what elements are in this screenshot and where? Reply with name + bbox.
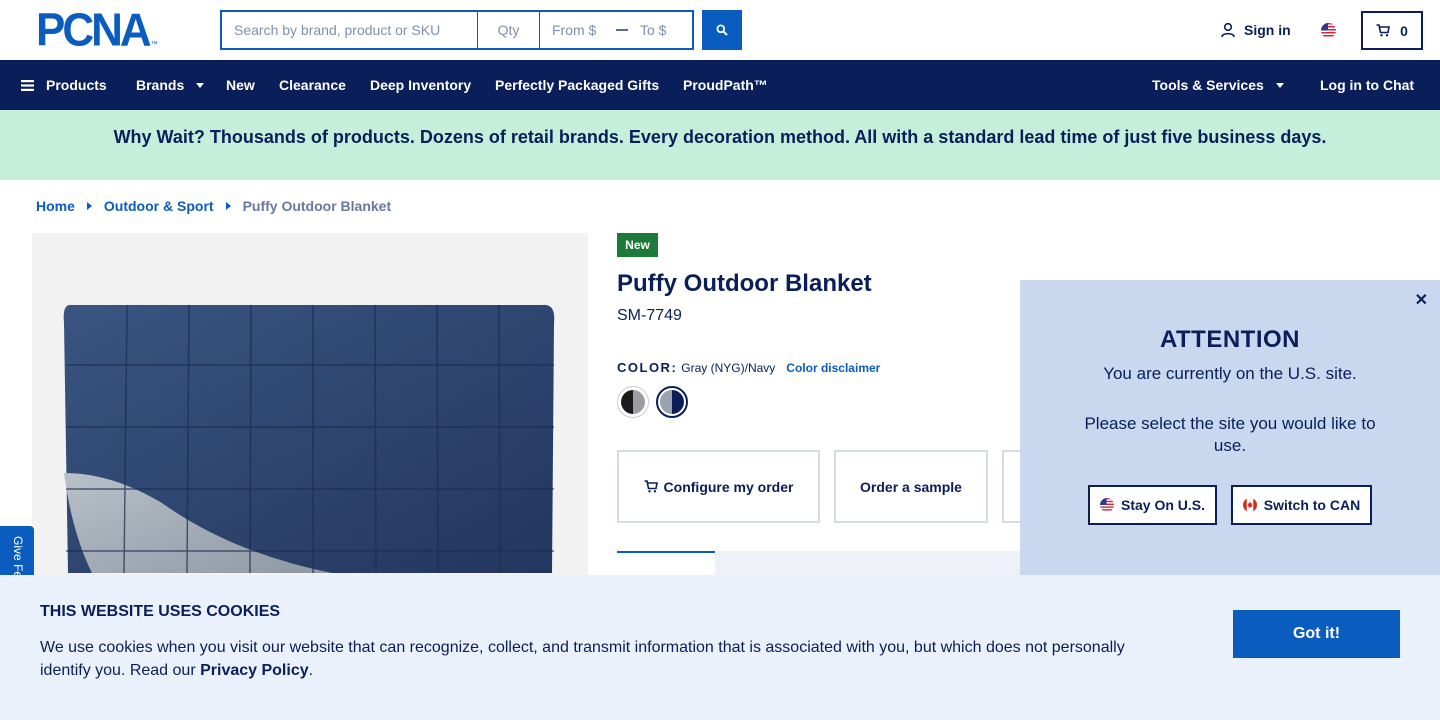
nav-proudpath[interactable]: ProudPath™ xyxy=(683,77,768,93)
nav-perfectly-packaged-gifts[interactable]: Perfectly Packaged Gifts xyxy=(495,77,659,93)
blanket-image xyxy=(63,304,555,574)
search-form: Search by brand, product or SKU Qty From… xyxy=(220,10,742,50)
logo-trademark: ™ xyxy=(150,41,158,48)
nav-new[interactable]: New xyxy=(226,77,255,93)
nav-brands[interactable]: Brands xyxy=(136,77,205,93)
breadcrumb-home[interactable]: Home xyxy=(36,198,75,214)
promo-banner-text: Why Wait? Thousands of products. Dozens … xyxy=(113,126,1327,147)
search-button[interactable] xyxy=(702,10,742,50)
pcna-logo[interactable]: PCNA ™ xyxy=(36,4,158,57)
cart-icon xyxy=(644,480,658,493)
stay-on-us-label: Stay On U.S. xyxy=(1120,497,1206,513)
order-sample-label: Order a sample xyxy=(860,478,962,495)
user-icon xyxy=(1221,22,1235,38)
promo-banner: Why Wait? Thousands of products. Dozens … xyxy=(0,110,1440,180)
product-tabs xyxy=(617,551,1037,575)
product-sku: SM-7749 xyxy=(617,307,682,324)
breadcrumb-arrow-icon xyxy=(86,202,92,210)
us-flag-icon[interactable] xyxy=(1321,23,1336,38)
color-label: COLOR: xyxy=(617,360,678,375)
attention-current-site: You are currently on the U.S. site. xyxy=(1103,364,1357,383)
new-badge: New xyxy=(617,233,658,257)
cookie-banner: THIS WEBSITE USES COOKIES We use cookies… xyxy=(0,575,1440,720)
swatch-fill xyxy=(660,390,684,414)
price-range-dash xyxy=(616,29,628,31)
cart-icon xyxy=(1376,24,1391,37)
nav-log-in-to-chat[interactable]: Log in to Chat xyxy=(1320,77,1414,93)
nav-deep-inventory[interactable]: Deep Inventory xyxy=(370,77,471,93)
nav-deep-inventory-label: Deep Inventory xyxy=(370,77,472,93)
cookie-got-it-button[interactable]: Got it! xyxy=(1233,610,1400,658)
price-from-input[interactable]: From $ xyxy=(540,12,616,48)
main-nav: Products Brands New Clearance Deep Inven… xyxy=(0,60,1440,110)
nav-products-label: Products xyxy=(46,77,107,93)
tab-decorated[interactable] xyxy=(617,551,715,575)
configure-order-button[interactable]: Configure my order xyxy=(617,450,820,523)
color-disclaimer-link[interactable]: Color disclaimer xyxy=(786,361,880,375)
nav-tools-services[interactable]: Tools & Services xyxy=(1152,77,1284,93)
nav-proudpath-label: ProudPath™ xyxy=(683,77,768,93)
cookie-text: We use cookies when you visit our websit… xyxy=(40,636,1150,682)
privacy-policy-link[interactable]: Privacy Policy xyxy=(200,662,309,679)
site-header: PCNA ™ Search by brand, product or SKU Q… xyxy=(0,0,1440,60)
switch-to-can-button[interactable]: Switch to CAN xyxy=(1231,485,1372,525)
nav-clearance-label: Clearance xyxy=(279,77,346,93)
nav-products[interactable]: Products xyxy=(21,77,107,93)
qty-input[interactable]: Qty xyxy=(478,12,540,48)
cart-button[interactable]: 0 xyxy=(1361,11,1423,50)
cookie-title: THIS WEBSITE USES COOKIES xyxy=(40,603,281,620)
attention-title: ATTENTION xyxy=(1159,326,1301,353)
chevron-down-icon xyxy=(196,82,205,88)
price-to-input[interactable]: To $ xyxy=(636,12,692,48)
search-input[interactable]: Search by brand, product or SKU xyxy=(222,12,478,48)
nav-chat-label: Log in to Chat xyxy=(1320,77,1415,93)
color-swatch-black-gray[interactable] xyxy=(617,386,649,418)
search-box: Search by brand, product or SKU Qty From… xyxy=(220,10,694,50)
logo-text: PCNA xyxy=(36,4,152,57)
cart-count: 0 xyxy=(1400,22,1408,39)
nav-tools-label: Tools & Services xyxy=(1152,77,1264,93)
cookie-period: . xyxy=(308,662,314,679)
stay-on-us-button[interactable]: Stay On U.S. xyxy=(1088,485,1217,525)
sign-in-link[interactable]: Sign in xyxy=(1220,22,1291,38)
sign-in-label: Sign in xyxy=(1244,22,1291,38)
site-selector-modal: ✕ ATTENTION You are currently on the U.S… xyxy=(1020,280,1440,575)
switch-to-can-label: Switch to CAN xyxy=(1263,497,1361,513)
nav-perfectly-packaged-label: Perfectly Packaged Gifts xyxy=(495,77,660,93)
color-swatch-gray-navy[interactable] xyxy=(656,386,688,418)
configure-order-label: Configure my order xyxy=(663,478,794,495)
hamburger-icon xyxy=(21,79,34,91)
breadcrumb-arrow-icon xyxy=(225,202,231,210)
product-image[interactable] xyxy=(32,233,588,633)
close-icon[interactable]: ✕ xyxy=(1415,290,1428,310)
nav-clearance[interactable]: Clearance xyxy=(279,77,346,93)
nav-brands-label: Brands xyxy=(136,77,185,93)
nav-new-label: New xyxy=(226,77,255,93)
product-title: Puffy Outdoor Blanket xyxy=(617,270,872,297)
breadcrumb-category[interactable]: Outdoor & Sport xyxy=(104,198,214,214)
breadcrumb: Home Outdoor & Sport Puffy Outdoor Blank… xyxy=(36,198,391,214)
order-sample-button[interactable]: Order a sample xyxy=(834,450,988,523)
color-value: Gray (NYG)/Navy xyxy=(681,361,776,375)
swatch-fill xyxy=(621,390,645,414)
attention-select-site: Please select the site you would like to… xyxy=(1084,414,1376,455)
canada-flag-icon xyxy=(1242,498,1257,512)
us-flag-icon xyxy=(1099,498,1114,512)
color-row: COLOR: Gray (NYG)/Navy Color disclaimer xyxy=(617,360,880,375)
search-icon xyxy=(716,24,728,36)
chevron-down-icon xyxy=(1275,82,1284,88)
breadcrumb-current: Puffy Outdoor Blanket xyxy=(242,198,392,214)
